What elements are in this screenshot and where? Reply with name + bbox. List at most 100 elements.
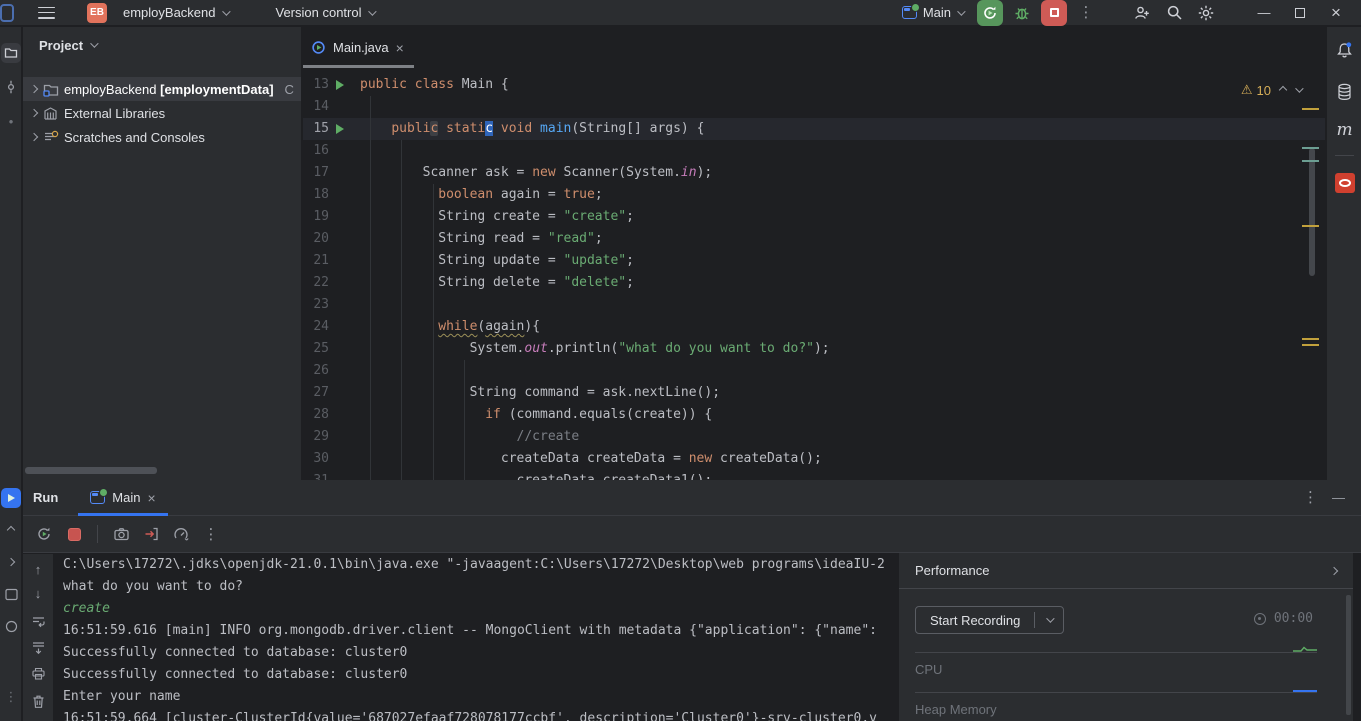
attach-profiler-icon[interactable] — [138, 521, 164, 547]
warning-count[interactable]: ⚠10 — [1241, 82, 1271, 98]
chevron-down-icon[interactable] — [90, 39, 98, 47]
run-tab-main[interactable]: Main × — [78, 480, 167, 516]
tab-close-icon[interactable]: × — [396, 40, 404, 56]
tab-close-icon[interactable]: × — [147, 490, 155, 506]
more-actions-icon[interactable]: ⋮ — [1073, 0, 1099, 26]
clear-console-trash-icon[interactable] — [27, 690, 49, 712]
stop-button[interactable] — [1041, 0, 1067, 26]
main-menu-icon[interactable] — [38, 7, 55, 19]
code-line[interactable]: 16 — [303, 140, 1325, 162]
hide-panel-icon[interactable]: — — [1332, 490, 1345, 505]
stripe-mark[interactable] — [1302, 225, 1319, 227]
code-line[interactable]: 31 createData.createData1(); — [303, 470, 1325, 480]
project-tool-icon[interactable] — [1, 43, 21, 63]
ide-window: EB employBackend Version control Main — [0, 0, 1361, 721]
code-line[interactable]: 23 — [303, 294, 1325, 316]
line-number: 17 — [303, 162, 329, 184]
stripe-mark[interactable] — [1302, 160, 1319, 162]
window-close-button[interactable]: × — [1321, 0, 1351, 26]
code-line[interactable]: 19 String create = "create"; — [303, 206, 1325, 228]
code-lines[interactable]: 13public class Main {1415 public static … — [303, 74, 1325, 480]
code-line[interactable]: 28 if (command.equals(create)) { — [303, 404, 1325, 426]
run-panel-title: Run — [23, 490, 78, 505]
down-stacktrace-icon[interactable]: ↓ — [27, 582, 49, 604]
cpu-profiler-gauge-icon[interactable] — [168, 521, 194, 547]
rerun-icon[interactable] — [31, 521, 57, 547]
run-gutter-icon[interactable] — [329, 74, 351, 96]
search-icon[interactable] — [1161, 0, 1187, 26]
cpu-baseline — [915, 652, 1317, 653]
code-line[interactable]: 25 System.out.println("what do you want … — [303, 338, 1325, 360]
memory-snapshot-camera-icon[interactable] — [108, 521, 134, 547]
performance-scrollbar[interactable] — [1346, 595, 1351, 715]
scroll-to-end-icon[interactable] — [27, 636, 49, 658]
project-panel: Project employBackend [employmentData] C… — [23, 27, 302, 480]
tree-item-scratches[interactable]: Scratches and Consoles — [23, 125, 301, 149]
code-with-me-icon[interactable] — [1129, 0, 1155, 26]
problems-tool-icon[interactable] — [1, 616, 21, 636]
console-output[interactable]: C:\Users\17272\.jdks\openjdk-21.0.1\bin\… — [53, 554, 899, 721]
debug-tool-icon[interactable] — [1, 520, 21, 540]
stop-icon[interactable] — [61, 521, 87, 547]
code-line[interactable]: 24 while(again){ — [303, 316, 1325, 338]
line-number: 24 — [303, 316, 329, 338]
start-recording-button[interactable]: Start Recording — [915, 606, 1064, 634]
database-icon[interactable] — [1327, 83, 1361, 101]
horizontal-scrollbar[interactable] — [25, 467, 157, 474]
window-maximize-button[interactable] — [1285, 0, 1315, 26]
stripe-mark[interactable] — [1302, 108, 1319, 110]
tree-item-label: employBackend — [64, 82, 157, 97]
run-tool-icon[interactable] — [1, 488, 21, 508]
notifications-bell-icon[interactable] — [1327, 41, 1361, 60]
code-line[interactable]: 30 createData createData = new createDat… — [303, 448, 1325, 470]
console-line: 16:51:59.616 [main] INFO org.mongodb.dri… — [53, 620, 899, 642]
inspections-widget[interactable]: ⚠10 — [1241, 82, 1301, 98]
code-line[interactable]: 18 boolean again = true; — [303, 184, 1325, 206]
debug-button[interactable] — [1009, 0, 1035, 26]
code-line[interactable]: 17 Scanner ask = new Scanner(System.in); — [303, 162, 1325, 184]
line-number: 29 — [303, 426, 329, 448]
terminal-tool-icon[interactable] — [1, 584, 21, 604]
window-minimize-button[interactable]: — — [1249, 0, 1279, 26]
collapse-chevron-icon[interactable] — [1330, 566, 1338, 574]
run-panel-options-icon[interactable]: ⋮ — [1303, 490, 1318, 505]
stripe-mark[interactable] — [1302, 147, 1319, 149]
recording-dropdown-icon[interactable] — [1035, 607, 1063, 633]
prev-problem-icon[interactable] — [1279, 86, 1287, 94]
code-line[interactable]: 20 String read = "read"; — [303, 228, 1325, 250]
structure-tool-icon[interactable]: • — [1, 111, 21, 131]
expand-chevron-icon[interactable] — [30, 133, 38, 141]
run-configuration-widget[interactable]: Main — [902, 5, 963, 20]
vcs-widget[interactable]: Version control — [270, 5, 380, 20]
run-gutter-icon[interactable] — [329, 118, 351, 140]
console-more-icon[interactable]: ⋮ — [198, 521, 224, 547]
tab-main-java[interactable]: Main.java × — [303, 27, 414, 68]
run-button[interactable] — [977, 0, 1003, 26]
expand-chevron-icon[interactable] — [30, 109, 38, 117]
expand-chevron-icon[interactable] — [30, 85, 38, 93]
print-icon[interactable] — [27, 662, 49, 684]
editor-scrollbar[interactable] — [1309, 148, 1315, 276]
code-line[interactable]: 26 — [303, 360, 1325, 382]
stripe-mark[interactable] — [1302, 344, 1319, 346]
commit-tool-icon[interactable] — [1, 77, 21, 97]
settings-gear-icon[interactable] — [1193, 0, 1219, 26]
up-stacktrace-icon[interactable]: ↑ — [27, 558, 49, 580]
tree-item-external-libraries[interactable]: External Libraries — [23, 101, 301, 125]
more-tools-icon[interactable]: ⋮ — [1, 687, 21, 707]
gutter — [329, 206, 351, 228]
code-line[interactable]: 13public class Main { — [303, 74, 1325, 96]
services-tool-icon[interactable] — [1, 552, 21, 572]
tree-item-project-root[interactable]: employBackend [employmentData] C — [23, 77, 301, 101]
code-line[interactable]: 14 — [303, 96, 1325, 118]
code-line[interactable]: 21 String update = "update"; — [303, 250, 1325, 272]
code-line[interactable]: 22 String delete = "delete"; — [303, 272, 1325, 294]
code-line[interactable]: 27 String command = ask.nextLine(); — [303, 382, 1325, 404]
oracle-icon[interactable] — [1327, 173, 1361, 193]
soft-wrap-icon[interactable] — [27, 610, 49, 632]
code-line[interactable]: 15 public static void main(String[] args… — [303, 118, 1325, 140]
mongodb-plugin-icon[interactable]: m — [1327, 120, 1361, 140]
project-widget[interactable]: employBackend — [117, 5, 234, 20]
stripe-mark[interactable] — [1302, 338, 1319, 340]
code-line[interactable]: 29 //create — [303, 426, 1325, 448]
